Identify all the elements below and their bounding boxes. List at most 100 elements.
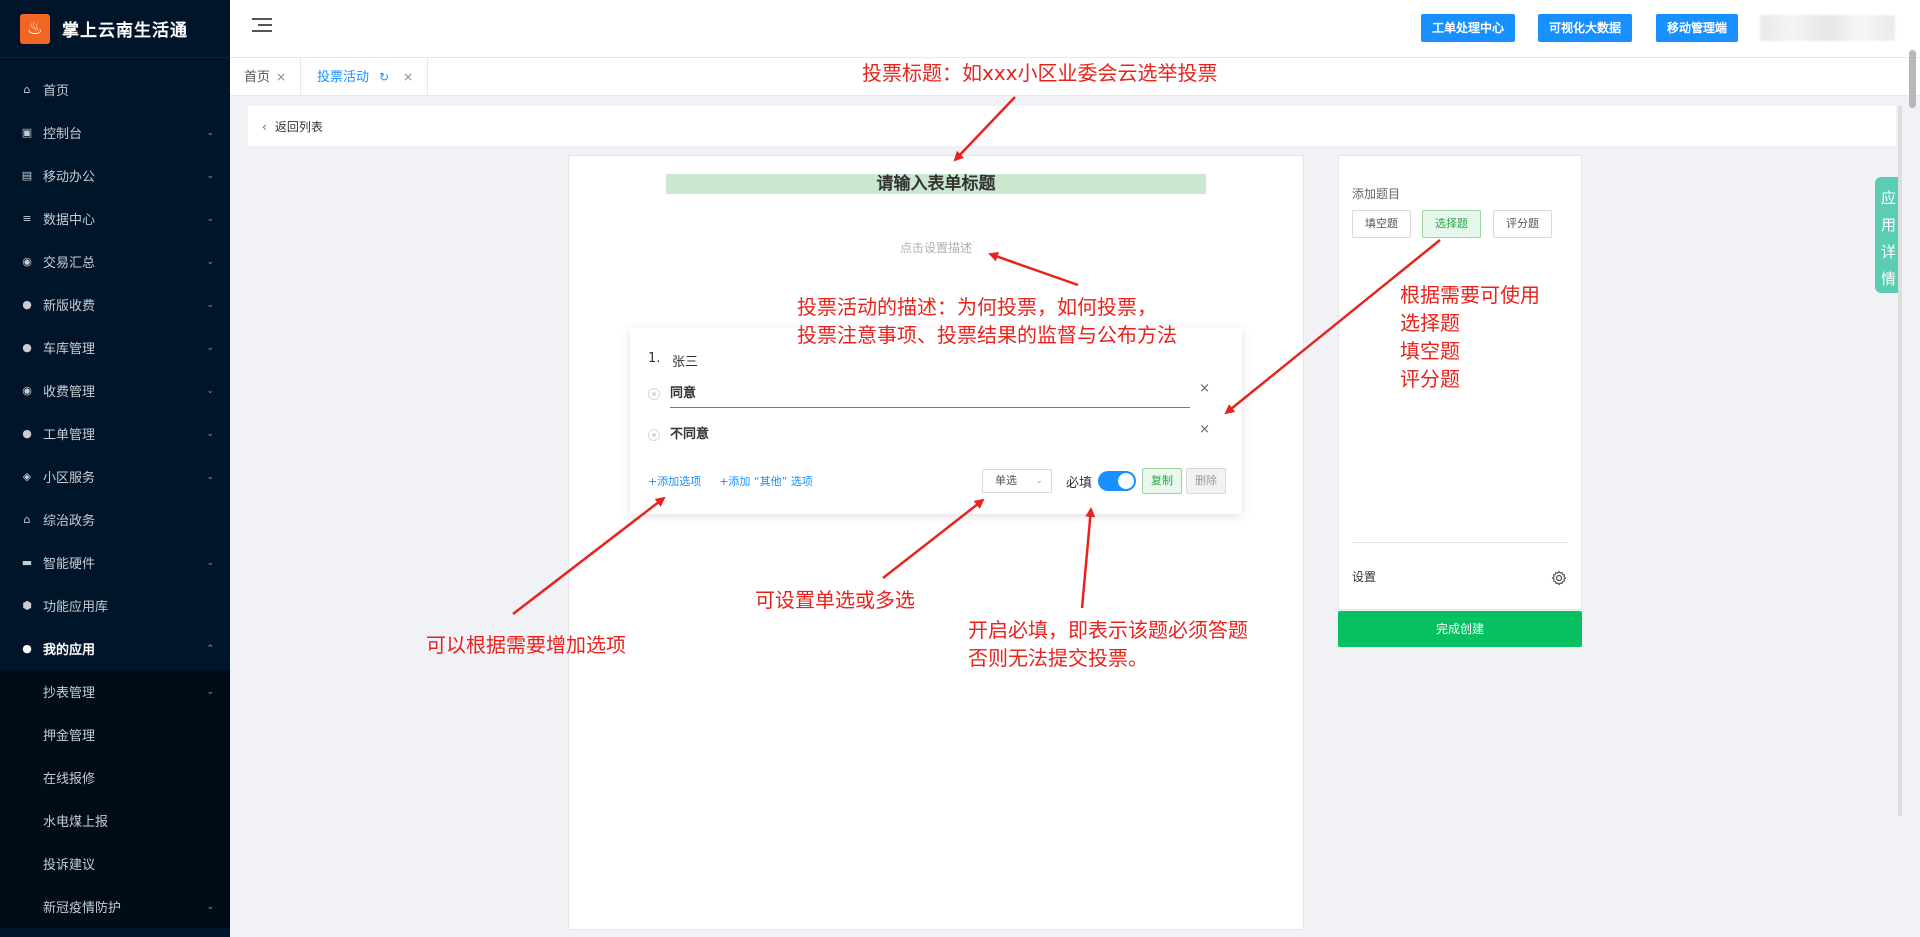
sidebar-item-label: 功能应用库 [43, 600, 109, 615]
form-description-input[interactable]: 点击设置描述 [569, 239, 1303, 256]
chevron-icon: ⌄ [206, 342, 214, 353]
chevron-icon: ⌄ [206, 127, 214, 138]
sidebar-item[interactable]: ⌂ 首页 [0, 68, 230, 111]
option-input[interactable]: 同意 [670, 382, 1190, 408]
annotation-type-2: 选择题 [1400, 311, 1460, 335]
sidebar-item[interactable]: ≡ 数据中心 ⌄ [0, 197, 230, 240]
question-title-input[interactable]: 张三 [672, 351, 698, 370]
top-header: 工单处理中心 可视化大数据 移动管理端 [230, 0, 1920, 58]
chevron-left-icon: ‹ [262, 120, 267, 134]
page-scrollbar[interactable] [1909, 50, 1916, 108]
chevron-icon: ⌄ [206, 428, 214, 439]
choice-question-button[interactable]: 选择题 [1422, 210, 1481, 238]
sidebar-item-label: 小区服务 [43, 471, 96, 486]
tab-voting-activity[interactable]: 投票活动 ↻ × [303, 58, 429, 96]
sidebar-subitem[interactable]: 在线报修 [0, 756, 230, 799]
sidebar-item-label: 数据中心 [43, 213, 96, 228]
form-canvas: 请输入表单标题 点击设置描述 [568, 155, 1304, 930]
chevron-down-icon: ⌄ [1035, 476, 1043, 486]
sidebar-item[interactable]: ▬ 智能硬件 ⌄ [0, 541, 230, 584]
question-controls: 单选 ⌄ 必填 复制 删除 [981, 468, 1226, 494]
fill-blank-question-button[interactable]: 填空题 [1352, 210, 1411, 238]
back-bar: ‹ 返回列表 [248, 106, 1896, 146]
money-bag-icon: ◉ [22, 255, 32, 268]
back-to-list-link[interactable]: ‹ 返回列表 [262, 118, 323, 135]
close-icon[interactable]: × [403, 70, 413, 84]
sidebar-item[interactable]: ● 我的应用 ⌃ [0, 627, 230, 670]
sidebar-subitem-label: 押金管理 [43, 729, 96, 744]
remove-option-icon[interactable]: × [1199, 381, 1210, 396]
tab-home-label: 首页 [244, 70, 271, 85]
sidebar-subitem-label: 在线报修 [43, 772, 96, 787]
sidebar-item[interactable]: ● 新版收费 ⌄ [0, 283, 230, 326]
sidebar-subitem-label: 新冠疫情防护 [43, 901, 122, 916]
chevron-icon: ⌄ [206, 686, 214, 697]
sidebar-subitem-label: 投诉建议 [43, 858, 96, 873]
sidebar-subitem[interactable]: 水电煤上报 [0, 799, 230, 842]
sidebar-item[interactable]: ◉ 交易汇总 ⌄ [0, 240, 230, 283]
radio-icon [648, 429, 660, 441]
sidebar-item[interactable]: ◈ 小区服务 ⌄ [0, 455, 230, 498]
annotation-desc-2: 投票注意事项、投票结果的监督与公布方法 [797, 323, 1177, 347]
tab-home[interactable]: 首页 × [230, 58, 302, 96]
question-number: 1. [648, 351, 661, 366]
sidebar-item-label: 移动办公 [43, 170, 96, 185]
chat-icon: ● [22, 298, 32, 311]
app-logo[interactable]: ♨ 掌上云南生活通 [0, 0, 230, 58]
sidebar-item[interactable]: ⬢ 功能应用库 [0, 584, 230, 627]
shield-icon: ◈ [22, 470, 32, 483]
gear-icon[interactable] [1551, 570, 1567, 586]
dashboard-icon: ▣ [21, 126, 33, 139]
required-label: 必填 [1065, 475, 1092, 491]
close-icon[interactable]: × [276, 70, 286, 84]
required-toggle[interactable] [1098, 471, 1136, 491]
chevron-icon: ⌄ [206, 170, 214, 181]
choice-type-select[interactable]: 单选 ⌄ [981, 469, 1052, 493]
bank-icon: ⌂ [23, 513, 31, 526]
chevron-icon: ⌄ [206, 213, 214, 224]
annotation-required-1: 开启必填，即表示该题必须答题 [968, 618, 1248, 642]
hexagon-icon: ⬢ [22, 599, 32, 612]
sidebar-subitem[interactable]: 抄表管理 ⌄ [0, 670, 230, 713]
user-info[interactable] [1760, 15, 1895, 41]
mobile-admin-button[interactable]: 移动管理端 [1656, 14, 1739, 42]
sidebar-submenu: 抄表管理 ⌄ 押金管理在线报修水电煤上报投诉建议新冠疫情防护 ⌄ [0, 670, 230, 928]
add-option-link[interactable]: +添加选项 [648, 475, 701, 488]
annotation-required-2: 否则无法提交投票。 [968, 646, 1148, 670]
sidebar-item-label: 控制台 [43, 127, 83, 142]
rating-question-button[interactable]: 评分题 [1493, 210, 1552, 238]
question-add-actions: +添加选项 +添加 “其他” 选项 [648, 473, 831, 489]
sidebar-item[interactable]: ● 工单管理 ⌄ [0, 412, 230, 455]
sidebar-item-label: 智能硬件 [43, 557, 96, 572]
copy-button[interactable]: 复制 [1142, 468, 1182, 494]
remove-option-icon[interactable]: × [1199, 422, 1210, 437]
refresh-icon[interactable]: ↻ [379, 70, 389, 84]
add-other-option-link[interactable]: +添加 “其他” 选项 [719, 475, 813, 488]
option-input[interactable]: 不同意 [670, 423, 1190, 448]
sidebar-subitem[interactable]: 新冠疫情防护 ⌄ [0, 885, 230, 928]
sidebar-item[interactable]: ● 车库管理 ⌄ [0, 326, 230, 369]
money-bag-icon: ◉ [22, 384, 32, 397]
sidebar-item[interactable]: ▣ 控制台 ⌄ [0, 111, 230, 154]
chat-icon: ● [22, 427, 32, 440]
sidebar-subitem-label: 抄表管理 [43, 686, 96, 701]
finish-create-button[interactable]: 完成创建 [1338, 611, 1582, 647]
visual-big-data-button[interactable]: 可视化大数据 [1538, 14, 1633, 42]
sidebar-item[interactable]: ⌂ 综治政务 [0, 498, 230, 541]
sidebar-subitem-label: 水电煤上报 [43, 815, 109, 830]
sidebar-item[interactable]: ▤ 移动办公 ⌄ [0, 154, 230, 197]
work-order-center-button[interactable]: 工单处理中心 [1421, 14, 1516, 42]
content-scroll-track[interactable] [1898, 106, 1902, 816]
briefcase-icon: ▤ [21, 169, 33, 182]
chevron-icon: ⌄ [206, 901, 214, 912]
menu-fold-icon[interactable] [252, 18, 272, 36]
form-title-input[interactable]: 请输入表单标题 [666, 174, 1206, 194]
delete-button[interactable]: 删除 [1186, 468, 1226, 494]
question-card[interactable]: 1. 张三 同意 × 不同意 × +添加选项 +添加 “其他” 选项 单选 ⌄ 必填… [630, 328, 1242, 514]
chevron-icon: ⌄ [206, 557, 214, 568]
annotation-title: 投票标题：如xxx小区业委会云选举投票 [862, 61, 1218, 85]
sidebar-subitem[interactable]: 押金管理 [0, 713, 230, 756]
sidebar-item[interactable]: ◉ 收费管理 ⌄ [0, 369, 230, 412]
sidebar-item-label: 首页 [43, 84, 70, 99]
sidebar-subitem[interactable]: 投诉建议 [0, 842, 230, 885]
